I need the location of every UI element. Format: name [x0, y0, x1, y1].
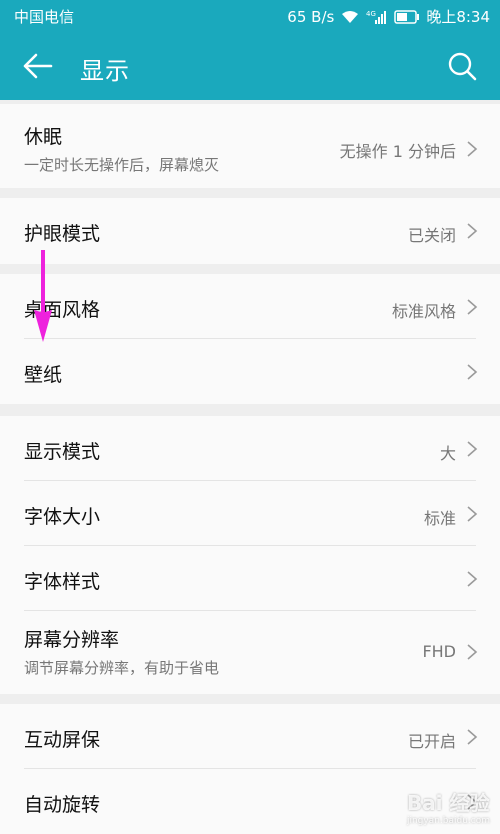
chevron-right-icon: [467, 506, 478, 522]
row-value: 已关闭: [407, 226, 456, 245]
chevron-right-icon: [467, 729, 478, 745]
chevron-right-icon: [467, 299, 478, 315]
row-display-mode[interactable]: 显示模式 大: [0, 416, 500, 481]
section-desktop: 桌面风格 标准风格 壁纸: [0, 274, 500, 404]
row-label: 字体大小: [24, 506, 101, 528]
app-bar: 显示: [0, 32, 500, 100]
status-bar: 中国电信 65 B/s 4G 晚上8:34: [0, 0, 500, 32]
row-value: FHD: [422, 642, 456, 661]
page-title: 显示: [80, 57, 130, 85]
chevron-right-icon: [467, 441, 478, 457]
section-sleep: 休眠 一定时长无操作后，屏幕熄灭 无操作 1 分钟后: [0, 104, 500, 188]
carrier-name: 中国电信: [14, 8, 75, 26]
row-desktop-style[interactable]: 桌面风格 标准风格: [0, 274, 500, 339]
row-resolution[interactable]: 屏幕分辨率 调节屏幕分辨率，有助于省电 FHD: [0, 611, 500, 694]
section-eye-comfort: 护眼模式 已关闭: [0, 198, 500, 264]
svg-text:4G: 4G: [366, 10, 376, 18]
row-label: 屏幕分辨率: [24, 629, 120, 651]
signal-icon: 4G: [366, 9, 388, 25]
pointer-arrow-icon: [34, 250, 52, 342]
wifi-icon: [340, 9, 360, 25]
chevron-right-icon: [467, 223, 478, 239]
row-interactive-screensaver[interactable]: 互动屏保 已开启: [0, 704, 500, 769]
row-label: 字体样式: [24, 571, 101, 593]
watermark: Bai 经验 jingyan.baidu.com: [407, 787, 490, 826]
chevron-right-icon: [467, 141, 478, 157]
row-label: 壁纸: [24, 364, 63, 386]
row-label: 互动屏保: [24, 729, 101, 751]
row-sleep[interactable]: 休眠 一定时长无操作后，屏幕熄灭 无操作 1 分钟后: [0, 104, 500, 188]
row-value: 标准风格: [391, 302, 456, 321]
section-display: 显示模式 大 字体大小 标准 字体样式 屏幕分辨率 调节屏幕分辨率，有助于省电 …: [0, 416, 500, 694]
row-value: 已开启: [407, 732, 456, 751]
search-icon[interactable]: [446, 50, 478, 82]
row-subtitle: 调节屏幕分辨率，有助于省电: [24, 659, 220, 677]
status-right: 65 B/s 4G 晚上8:34: [287, 6, 490, 27]
row-value: 大: [439, 444, 456, 463]
row-subtitle: 一定时长无操作后，屏幕熄灭: [24, 156, 220, 174]
row-wallpaper[interactable]: 壁纸: [0, 339, 500, 404]
row-font-style[interactable]: 字体样式: [0, 546, 500, 611]
watermark-url: jingyan.baidu.com: [406, 816, 490, 826]
row-eye-comfort[interactable]: 护眼模式 已关闭: [0, 198, 500, 264]
row-value: 标准: [423, 509, 456, 528]
row-font-size[interactable]: 字体大小 标准: [0, 481, 500, 546]
watermark-text: Bai 经验: [406, 791, 490, 815]
chevron-right-icon: [467, 364, 478, 380]
row-label: 显示模式: [24, 441, 101, 463]
chevron-right-icon: [467, 571, 478, 587]
back-arrow-icon[interactable]: [22, 52, 54, 80]
row-label: 护眼模式: [24, 223, 101, 245]
row-value: 无操作 1 分钟后: [339, 142, 456, 161]
clock: 晚上8:34: [426, 8, 490, 26]
row-label: 休眠: [24, 126, 63, 148]
chevron-right-icon: [467, 644, 478, 660]
battery-icon: [394, 9, 420, 24]
row-label: 自动旋转: [24, 794, 101, 816]
network-speed: 65 B/s: [287, 7, 335, 26]
